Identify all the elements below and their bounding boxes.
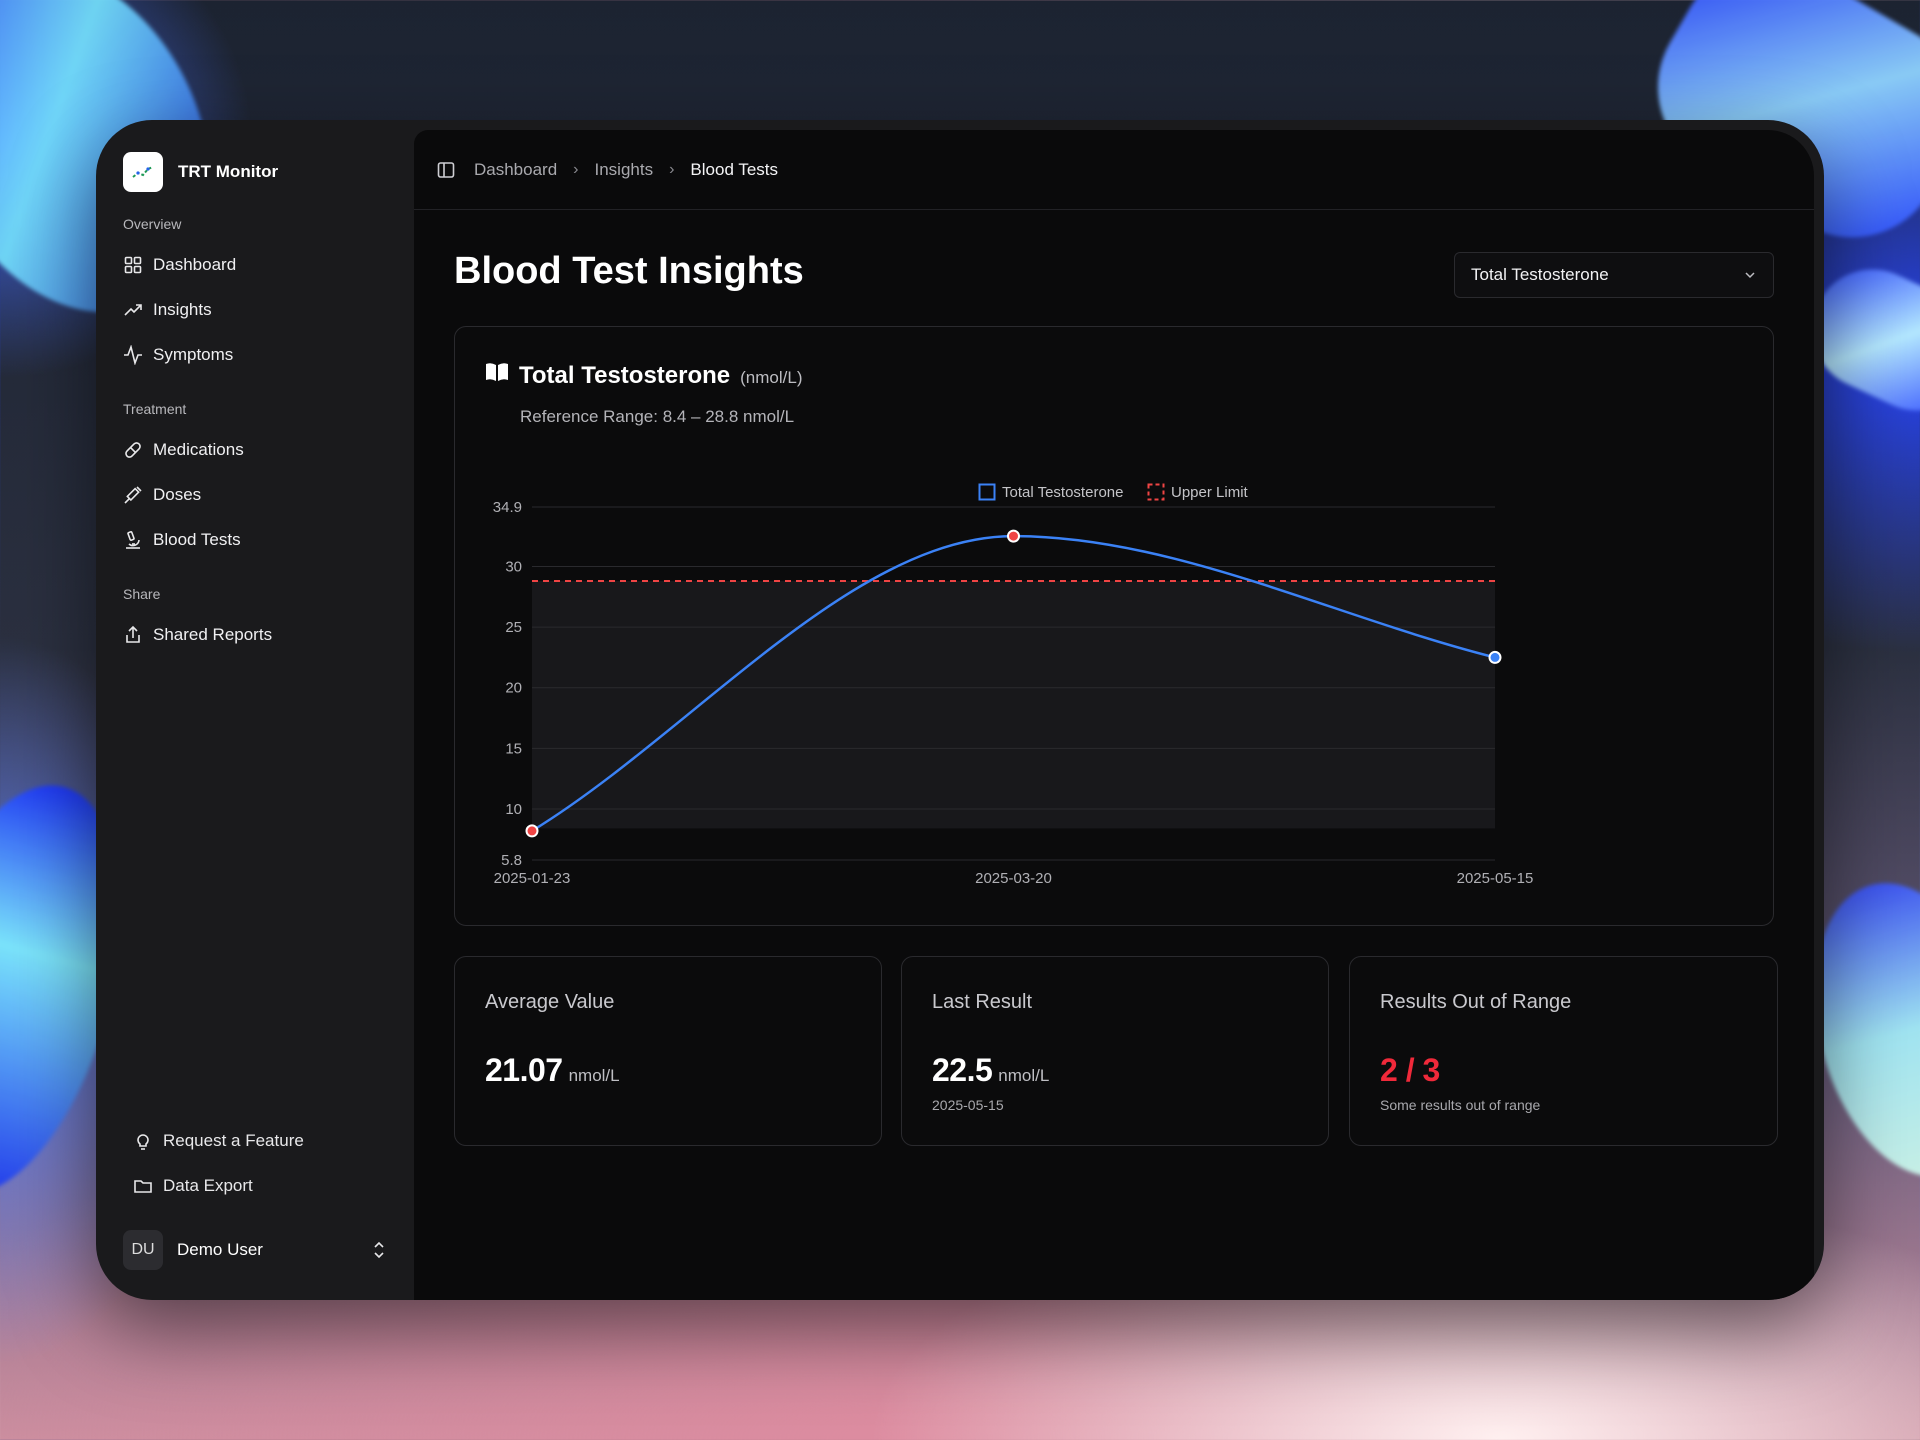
lightbulb-icon: [137, 1133, 149, 1150]
stat-unit: nmol/L: [998, 1066, 1050, 1085]
sidebar-item-label: Doses: [153, 484, 202, 504]
stat-value-row: 22.5 nmol/L: [932, 1052, 1298, 1089]
syringe-icon: [124, 485, 142, 504]
user-name: Demo User: [177, 1240, 263, 1259]
y-tick-label: 34.9: [493, 499, 522, 516]
sidebar-item-label: Shared Reports: [153, 624, 273, 644]
sidebar-footer: Request a Feature Data Export DU Demo Us…: [123, 1118, 387, 1280]
stat-value: 22.5: [932, 1052, 993, 1088]
nav-group-label-overview: Overview: [123, 216, 182, 232]
stat-label: Last Result: [932, 991, 1033, 1013]
avatar: DU: [123, 1230, 163, 1270]
y-tick-label: 15: [505, 740, 522, 757]
sidebar-item-doses[interactable]: Doses: [123, 472, 387, 517]
folder-icon: [134, 1179, 152, 1193]
app-logo-icon: [123, 152, 163, 192]
trending-up-icon: [124, 303, 142, 316]
stat-unit: nmol/L: [568, 1066, 620, 1085]
chevron-down-icon: [1745, 272, 1755, 279]
user-menu[interactable]: DU Demo User: [123, 1220, 387, 1280]
stat-card-last-result: Last Result 22.5 nmol/L 2025-05-15: [901, 956, 1329, 1146]
breadcrumb-blood-tests: Blood Tests: [690, 159, 778, 179]
stat-label: Average Value: [485, 991, 615, 1013]
data-export-link[interactable]: Data Export: [123, 1163, 387, 1208]
brand[interactable]: TRT Monitor: [123, 152, 387, 192]
marker-select[interactable]: Total Testosterone: [1454, 252, 1774, 298]
y-tick-label: 10: [505, 801, 522, 818]
microscope-icon: [126, 530, 140, 549]
request-feature-link[interactable]: Request a Feature: [123, 1118, 387, 1163]
grid-icon: [124, 256, 142, 273]
marker-select-value: Total Testosterone: [1471, 265, 1609, 284]
stat-value-row: 21.07 nmol/L: [485, 1052, 851, 1089]
nav-group-label-treatment: Treatment: [123, 401, 187, 417]
pill-icon: [125, 441, 141, 458]
chart-legend: Total Testosterone Upper Limit: [978, 483, 1249, 501]
data-point: [525, 824, 539, 838]
sidebar-item-label: Insights: [153, 299, 212, 319]
app-name: TRT Monitor: [178, 162, 279, 181]
sidebar-item-shared-reports[interactable]: Shared Reports: [123, 612, 387, 657]
nav-group-label-share: Share: [123, 586, 161, 602]
chevrons-up-down-icon[interactable]: [371, 1240, 387, 1260]
breadcrumb-insights[interactable]: Insights: [595, 160, 654, 180]
y-tick-label: 20: [505, 680, 522, 697]
y-tick-label: 5.8: [501, 852, 522, 869]
request-feature-label: Request a Feature: [163, 1130, 304, 1150]
app-window: TRT Monitor Overview Dashboard Insights …: [96, 120, 1824, 1300]
sidebar-item-symptoms[interactable]: Symptoms: [123, 332, 387, 377]
sidebar-toggle-icon[interactable]: [436, 160, 456, 180]
sidebar: TRT Monitor Overview Dashboard Insights …: [96, 120, 414, 1300]
legend-label-upper-limit: Upper Limit: [1171, 484, 1249, 501]
page-title: Blood Test Insights: [454, 250, 804, 292]
reference-band: [532, 580, 1495, 829]
main-panel: Dashboard › Insights › Blood Tests Blood…: [414, 130, 1814, 1300]
chevron-right-icon: ›: [669, 160, 675, 178]
sidebar-item-label: Medications: [153, 439, 244, 459]
sidebar-item-blood-tests[interactable]: Blood Tests: [123, 517, 387, 562]
stat-value: 21.07: [485, 1052, 563, 1088]
x-tick-label: 2025-01-23: [494, 870, 571, 887]
sidebar-item-insights[interactable]: Insights: [123, 287, 387, 332]
x-tick-label: 2025-05-15: [1457, 870, 1534, 887]
chevron-right-icon: ›: [573, 160, 579, 178]
breadcrumb-dashboard[interactable]: Dashboard: [474, 160, 557, 180]
stat-card-average: Average Value 21.07 nmol/L: [454, 956, 882, 1146]
legend-label-testosterone: Total Testosterone: [1002, 484, 1123, 501]
sidebar-item-medications[interactable]: Medications: [123, 427, 387, 472]
sidebar-item-label: Blood Tests: [153, 529, 241, 549]
stat-value-row: 2 / 3: [1380, 1052, 1747, 1089]
breadcrumb: Dashboard › Insights › Blood Tests: [474, 160, 778, 180]
sidebar-item-dashboard[interactable]: Dashboard: [123, 242, 387, 287]
chart-card: Total Testosterone (nmol/L) Reference Ra…: [454, 326, 1774, 926]
sidebar-item-label: Symptoms: [153, 344, 234, 364]
content: Blood Test Insights Total Testosterone T…: [454, 210, 1778, 1300]
stat-value: 2 / 3: [1380, 1052, 1440, 1088]
x-tick-label: 2025-03-20: [975, 870, 1052, 887]
y-tick-label: 25: [505, 619, 522, 636]
stat-label: Results Out of Range: [1380, 991, 1572, 1013]
stat-card-out-of-range: Results Out of Range 2 / 3 Some results …: [1349, 956, 1778, 1146]
legend-swatch-upper-limit: [1147, 483, 1165, 501]
y-tick-label: 30: [505, 558, 522, 575]
share-icon: [126, 625, 140, 643]
activity-icon: [124, 344, 142, 365]
data-point: [1007, 529, 1020, 543]
data-point: [1488, 650, 1502, 664]
data-export-label: Data Export: [163, 1175, 253, 1195]
stat-date: 2025-05-15: [932, 1097, 1004, 1113]
line-chart: Total Testosterone Upper Limit 34.9 30 25 2…: [493, 483, 1534, 887]
topbar: Dashboard › Insights › Blood Tests: [414, 130, 1814, 210]
stat-note: Some results out of range: [1380, 1097, 1541, 1113]
sidebar-item-label: Dashboard: [153, 254, 237, 274]
legend-swatch-testosterone: [978, 483, 996, 501]
